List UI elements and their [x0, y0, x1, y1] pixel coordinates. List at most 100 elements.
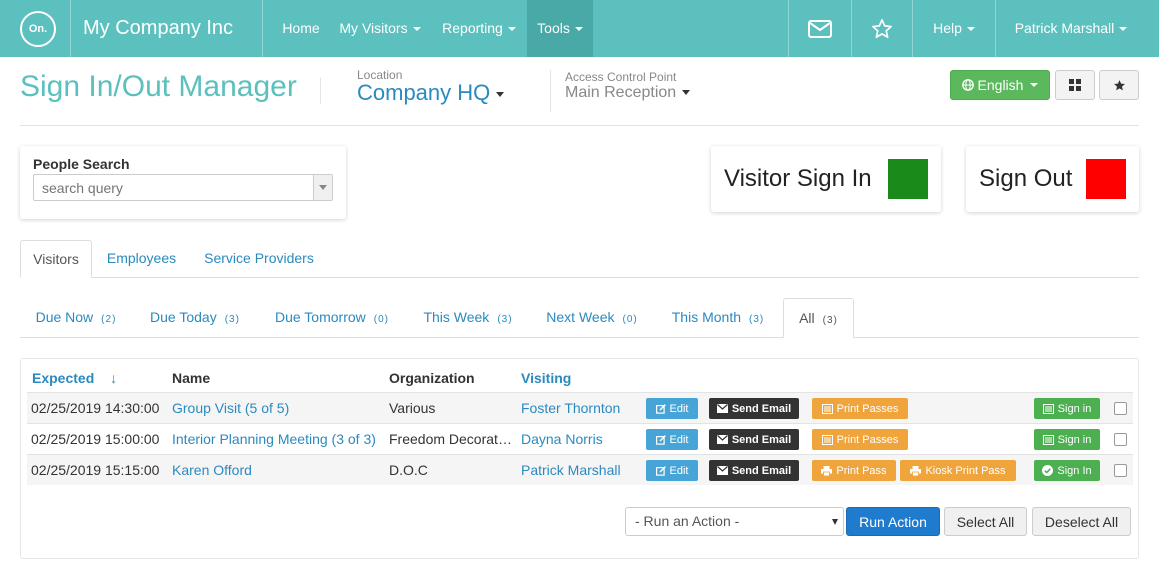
list-icon: [1042, 434, 1054, 445]
sign-in-button[interactable]: Sign in: [1034, 429, 1100, 450]
caret-down-icon: [682, 90, 691, 96]
cell-name[interactable]: Interior Planning Meeting (3 of 3): [172, 424, 382, 454]
print-passes-label: Print Passes: [836, 402, 899, 415]
cell-name[interactable]: Karen Offord: [172, 455, 382, 485]
nav-my-visitors-label: My Visitors: [339, 20, 408, 36]
subtab-this-week[interactable]: This Week (3): [409, 299, 527, 337]
subtab-label: Due Now: [35, 309, 94, 325]
brand-name[interactable]: My Company Inc: [70, 0, 263, 57]
edit-icon: [655, 465, 666, 476]
edit-label: Edit: [669, 433, 689, 446]
run-action-button[interactable]: Run Action: [846, 507, 940, 536]
kiosk-print-pass-button[interactable]: Kiosk Print Pass: [900, 460, 1016, 481]
tab-employees[interactable]: Employees: [96, 240, 187, 278]
subtab-all[interactable]: All (3): [783, 298, 854, 338]
cell-organization: D.O.C: [389, 462, 428, 478]
favorites-button[interactable]: [852, 0, 912, 57]
grid-icon: [1069, 79, 1081, 91]
send-email-label: Send Email: [731, 402, 792, 415]
people-search-input[interactable]: [33, 174, 333, 201]
list-icon: [1042, 403, 1054, 414]
edit-button[interactable]: Edit: [646, 429, 698, 450]
nav-home-label: Home: [282, 20, 320, 36]
cell-organization: Various: [389, 400, 436, 416]
subtab-due-today[interactable]: Due Today (3): [136, 299, 254, 337]
subtab-count: (3): [749, 314, 765, 325]
envelope-icon: [716, 466, 728, 475]
subtab-count: (3): [224, 314, 240, 325]
print-icon: [910, 465, 922, 476]
row-checkbox[interactable]: [1114, 402, 1127, 415]
header-divider: [20, 125, 1139, 126]
cell-visiting[interactable]: Patrick Marshall: [521, 455, 636, 485]
nav-home[interactable]: Home: [272, 0, 330, 57]
subtab-next-week[interactable]: Next Week (0): [532, 299, 652, 337]
user-menu[interactable]: Patrick Marshall: [996, 0, 1146, 57]
edit-button[interactable]: Edit: [646, 398, 698, 419]
send-email-button[interactable]: Send Email: [709, 460, 799, 481]
subtab-label: This Month: [671, 309, 741, 325]
header-separator: [550, 70, 551, 112]
print-passes-button[interactable]: Print Passes: [812, 398, 908, 419]
print-pass-button[interactable]: Print Pass: [812, 460, 896, 481]
nav-tools[interactable]: Tools: [527, 0, 593, 57]
mail-button[interactable]: [789, 0, 851, 57]
favorite-button[interactable]: [1099, 70, 1139, 100]
cell-visiting[interactable]: Dayna Norris: [521, 424, 636, 454]
grid-view-button[interactable]: [1055, 70, 1095, 100]
list-icon: [821, 434, 833, 445]
people-search-dropdown[interactable]: [313, 175, 332, 200]
sign-out-button[interactable]: Sign Out: [966, 146, 1139, 212]
edit-button[interactable]: Edit: [646, 460, 698, 481]
subtab-count: (3): [497, 314, 513, 325]
acp-selector[interactable]: Main Reception: [565, 84, 691, 102]
cell-visiting[interactable]: Foster Thornton: [521, 393, 636, 423]
cell-name[interactable]: Group Visit (5 of 5): [172, 393, 382, 423]
sort-down-icon: ↓: [110, 370, 118, 386]
subtab-due-tomorrow[interactable]: Due Tomorrow (0): [260, 299, 404, 337]
column-expected[interactable]: Expected ↓: [32, 370, 117, 386]
table-row: 02/25/2019 15:00:00 Interior Planning Me…: [27, 423, 1133, 454]
subtab-due-now[interactable]: Due Now (2): [20, 299, 132, 337]
subtab-label: Due Today: [150, 309, 217, 325]
column-name[interactable]: Name: [172, 370, 210, 386]
send-email-button[interactable]: Send Email: [709, 429, 799, 450]
select-all-button[interactable]: Select All: [944, 507, 1027, 536]
sign-in-button[interactable]: Sign in: [1034, 398, 1100, 419]
location-selector[interactable]: Company HQ: [357, 80, 505, 106]
sign-in-button[interactable]: Sign In: [1034, 460, 1100, 481]
nav-help[interactable]: Help: [913, 0, 995, 57]
nav-help-label: Help: [933, 20, 962, 36]
globe-icon: [961, 79, 974, 91]
tabs-baseline: [20, 277, 1139, 278]
nav-reporting[interactable]: Reporting: [434, 0, 524, 57]
nav-tools-label: Tools: [537, 20, 570, 36]
column-visiting[interactable]: Visiting: [521, 370, 571, 386]
row-checkbox[interactable]: [1114, 433, 1127, 446]
kiosk-print-pass-label: Kiosk Print Pass: [925, 464, 1006, 477]
caret-down-icon: [1119, 27, 1128, 32]
subtab-this-month[interactable]: This Month (3): [658, 299, 778, 337]
deselect-all-button[interactable]: Deselect All: [1032, 507, 1131, 536]
company-logo[interactable]: On.: [20, 11, 56, 47]
cell-expected: 02/25/2019 15:00:00: [31, 431, 160, 447]
send-email-button[interactable]: Send Email: [709, 398, 799, 419]
envelope-icon: [716, 404, 728, 413]
table-row: 02/25/2019 15:15:00 Karen Offord D.O.C P…: [27, 454, 1133, 485]
print-icon: [821, 465, 833, 476]
cell-organization: Freedom Decorators: [389, 431, 512, 447]
run-action-select[interactable]: - Run an Action -: [625, 507, 844, 536]
language-button[interactable]: English: [950, 70, 1050, 100]
nav-my-visitors[interactable]: My Visitors: [332, 0, 428, 57]
visitor-sign-in-button[interactable]: Visitor Sign In: [711, 146, 941, 212]
print-passes-button[interactable]: Print Passes: [812, 429, 908, 450]
row-checkbox[interactable]: [1114, 464, 1127, 477]
tab-visitors[interactable]: Visitors: [20, 240, 92, 278]
tab-service-providers[interactable]: Service Providers: [194, 240, 324, 278]
subtab-label: Next Week: [546, 309, 615, 325]
header-separator: [320, 78, 321, 104]
mail-icon: [808, 20, 832, 39]
caret-down-icon: [574, 27, 583, 32]
column-organization[interactable]: Organization: [389, 370, 475, 386]
people-search-card: People Search: [20, 146, 346, 219]
